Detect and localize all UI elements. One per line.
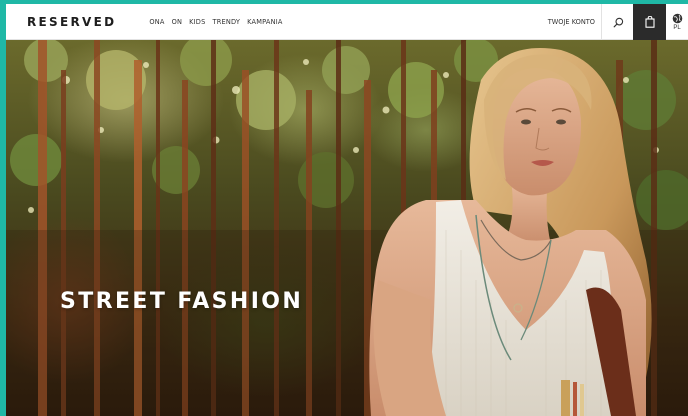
site-header: RESERVED ONA ON KIDS TRENDY KAMPANIA TWO… bbox=[6, 4, 688, 40]
search-icon bbox=[613, 17, 623, 27]
brand-logo[interactable]: RESERVED bbox=[27, 15, 116, 29]
hero-photo bbox=[6, 40, 688, 416]
nav-item-trendy[interactable]: TRENDY bbox=[212, 18, 240, 26]
language-selector[interactable]: PL bbox=[666, 4, 688, 40]
nav-item-kids[interactable]: KIDS bbox=[189, 18, 205, 26]
account-link[interactable]: TWOJE KONTO bbox=[548, 18, 595, 26]
browser-viewport: RESERVED ONA ON KIDS TRENDY KAMPANIA TWO… bbox=[6, 4, 688, 416]
nav-item-on[interactable]: ON bbox=[172, 18, 183, 26]
hero-title[interactable]: STREET FASHION bbox=[60, 289, 303, 314]
nav-item-kampania[interactable]: KAMPANIA bbox=[247, 18, 282, 26]
cart-button[interactable] bbox=[633, 4, 666, 40]
main-nav: ONA ON KIDS TRENDY KAMPANIA bbox=[149, 18, 282, 26]
language-label: PL bbox=[673, 25, 681, 31]
hero-banner[interactable]: STREET FASHION bbox=[6, 40, 688, 416]
shopping-bag-icon bbox=[644, 16, 655, 28]
nav-item-ona[interactable]: ONA bbox=[149, 18, 164, 26]
globe-icon bbox=[672, 13, 682, 24]
search-button[interactable] bbox=[601, 4, 634, 40]
